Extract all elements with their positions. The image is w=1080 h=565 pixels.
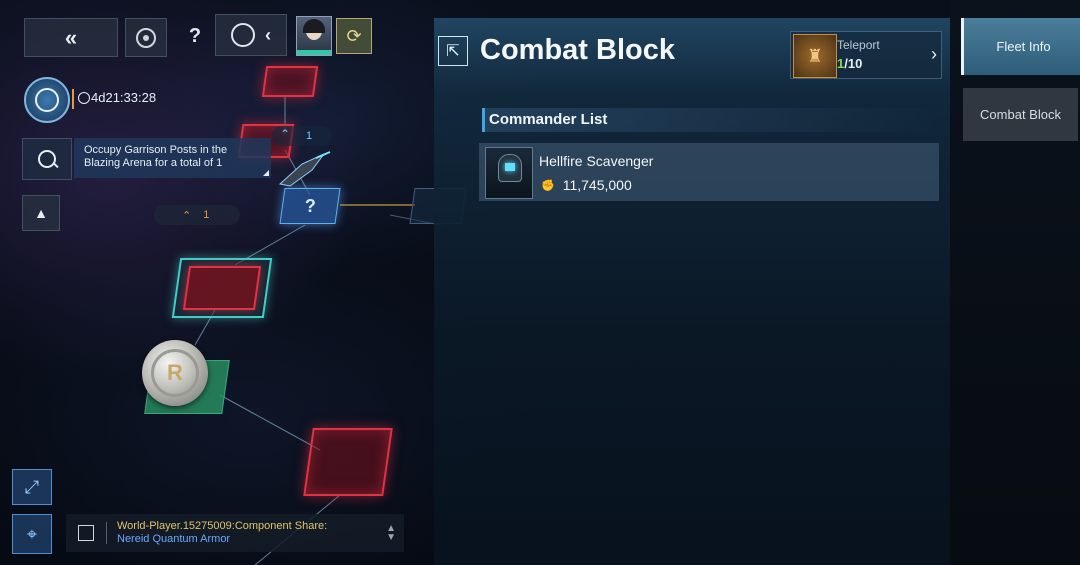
commander-helmet-icon: [498, 154, 522, 182]
commander-power: ✊ 11,745,000: [541, 177, 632, 193]
search-icon: [38, 150, 59, 169]
avatar-hair: [303, 19, 325, 33]
commander-icon: [231, 23, 255, 47]
avatar-status-bar: [297, 50, 331, 55]
tab-combat-block-label: Combat Block: [980, 107, 1061, 122]
location-button[interactable]: ⌖: [12, 514, 52, 554]
commander-power-value: 11,745,000: [562, 177, 632, 193]
teleport-ship-icon: ♜: [793, 34, 837, 78]
chevron-up-icon: ⌃: [280, 127, 291, 141]
commander-toggle-button[interactable]: ‹: [215, 14, 287, 56]
fleet-count-badge: ⌃ 1: [154, 205, 240, 225]
timer-text: 4d21:33:28: [91, 90, 157, 105]
panel-title: Combat Block: [480, 34, 675, 66]
commander-list-title: Commander List: [489, 111, 608, 128]
side-tab-column: [950, 0, 1080, 565]
help-button[interactable]: ?: [180, 20, 210, 52]
stopwatch-icon: [78, 91, 90, 104]
tab-fleet-info-label: Fleet Info: [996, 39, 1051, 54]
quest-line-2: Blazing Arena for a total of 1: [84, 157, 223, 169]
map-node-red[interactable]: [261, 66, 319, 97]
world-chat[interactable]: World-Player.15275009:Component Share: N…: [66, 514, 404, 552]
quest-expand-icon: [263, 170, 269, 176]
fleet-count: 1: [203, 209, 210, 221]
chevron-right-icon: ›: [931, 44, 937, 64]
question-icon: ?: [304, 195, 316, 216]
chat-divider: [106, 522, 107, 544]
map-node-red[interactable]: [303, 428, 393, 496]
timer: 4d21:33:28: [78, 90, 156, 105]
quest-tracker[interactable]: Occupy Garrison Posts in the Blazing Are…: [74, 138, 271, 178]
teleport-count: 1/10: [837, 56, 862, 71]
power-fist-icon: ✊: [541, 179, 555, 192]
open-external-button[interactable]: ⇱: [438, 36, 468, 66]
external-link-icon: ⇱: [446, 43, 460, 60]
commander-row[interactable]: Hellfire Scavenger ✊ 11,745,000: [479, 143, 939, 201]
fullscreen-button[interactable]: ⤢: [12, 469, 52, 505]
refresh-button[interactable]: ⟳: [336, 18, 372, 54]
chat-line-1: World-Player.15275009:Component Share:: [117, 520, 328, 532]
chat-icon: [78, 525, 94, 541]
tab-fleet-info[interactable]: Fleet Info: [961, 18, 1080, 75]
target-button[interactable]: [125, 18, 167, 57]
double-chevron-left-icon: «: [64, 24, 78, 50]
back-button[interactable]: «: [24, 18, 118, 57]
commander-name: Hellfire Scavenger: [539, 153, 654, 169]
base-coin[interactable]: R: [142, 340, 208, 406]
teleport-total: /10: [844, 56, 863, 71]
quest-line-1: Occupy Garrison Posts in the: [84, 144, 228, 156]
fleet-icon[interactable]: [272, 150, 332, 190]
location-pin-icon: ⌖: [26, 523, 38, 544]
teleport-label: Teleport: [837, 38, 880, 52]
fleet-chevron-icon: ⌃: [182, 209, 192, 222]
player-avatar[interactable]: [296, 16, 332, 56]
target-icon: [136, 27, 156, 48]
emblem-icon: [35, 88, 59, 112]
commander-portrait: [485, 147, 533, 199]
tab-combat-block[interactable]: Combat Block: [963, 88, 1078, 141]
chat-scroll-icon[interactable]: ▲ ▼: [386, 524, 396, 543]
question-node-badge: ⌃ 1: [272, 126, 332, 146]
alliance-emblem[interactable]: [24, 77, 70, 123]
fleet-status-button[interactable]: ▲: [22, 195, 60, 231]
expand-icon: ⤢: [24, 476, 40, 497]
map-node-selected[interactable]: [171, 258, 273, 318]
ship-icon: ▲: [34, 205, 48, 221]
combat-block-panel: ⇱ Combat Block ♜ Teleport 1/10 › Command…: [434, 18, 953, 565]
chat-line-2: Nereid Quantum Armor: [117, 533, 231, 545]
timer-divider: [72, 89, 74, 109]
help-icon: ?: [188, 24, 202, 47]
search-button[interactable]: [22, 138, 72, 180]
chevron-left-icon: ‹: [265, 24, 271, 45]
refresh-icon: ⟳: [346, 25, 362, 46]
question-node-count: 1: [306, 130, 313, 142]
map-node-unknown[interactable]: ?: [279, 188, 341, 224]
teleport-button[interactable]: ♜ Teleport 1/10 ›: [790, 31, 942, 79]
commander-list-header: Commander List: [482, 108, 941, 132]
base-emblem-icon: R: [151, 349, 199, 397]
